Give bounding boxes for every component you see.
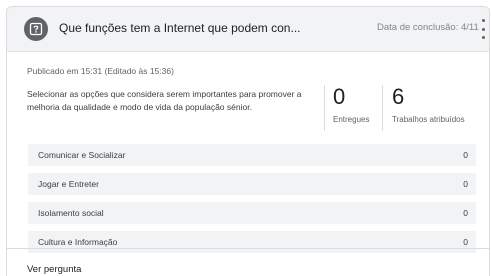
due-date: Data de conclusão: 4/11 xyxy=(377,22,479,33)
option-count: 0 xyxy=(463,208,468,218)
option-label: Cultura e Informação xyxy=(38,237,118,247)
option-count: 0 xyxy=(463,150,468,160)
view-question-link[interactable]: Ver pergunta xyxy=(27,264,81,275)
turned-in-label: Entregues xyxy=(333,115,370,124)
question-card: Que funções tem a Internet que podem con… xyxy=(6,6,490,276)
posted-time: Publicado em 15:31 (Editado às 15:36) xyxy=(27,66,174,76)
option-label: Isolamento social xyxy=(38,208,104,218)
dot xyxy=(481,27,485,31)
dot xyxy=(481,19,485,22)
assigned-count: 6 xyxy=(392,84,405,109)
more-vert-icon[interactable] xyxy=(479,19,487,39)
turned-in-stat[interactable]: 0 Entregues xyxy=(324,85,376,131)
assigned-stat[interactable]: 6 Trabalhos atribuídos xyxy=(382,85,482,131)
dot xyxy=(481,36,485,39)
question-title[interactable]: Que funções tem a Internet que podem con… xyxy=(59,21,300,35)
turned-in-count: 0 xyxy=(333,84,346,109)
page: Que funções tem a Internet que podem con… xyxy=(0,0,491,276)
assignment-question-icon xyxy=(24,17,48,41)
option-label: Comunicar e Socializar xyxy=(38,150,126,160)
answer-option[interactable]: Jogar e Entreter 0 xyxy=(28,173,476,195)
assigned-label: Trabalhos atribuídos xyxy=(392,115,465,124)
question-description: Selecionar as opções que considera serem… xyxy=(27,89,302,112)
answer-option[interactable]: Comunicar e Socializar 0 xyxy=(28,144,476,166)
option-count: 0 xyxy=(463,237,468,247)
card-header[interactable]: Que funções tem a Internet que podem con… xyxy=(7,7,489,52)
answer-options: Comunicar e Socializar 0 Jogar e Entrete… xyxy=(28,144,476,260)
option-label: Jogar e Entreter xyxy=(38,179,99,189)
option-count: 0 xyxy=(463,179,468,189)
divider xyxy=(7,248,489,249)
answer-option[interactable]: Isolamento social 0 xyxy=(28,202,476,224)
answer-option[interactable]: Cultura e Informação 0 xyxy=(28,231,476,253)
